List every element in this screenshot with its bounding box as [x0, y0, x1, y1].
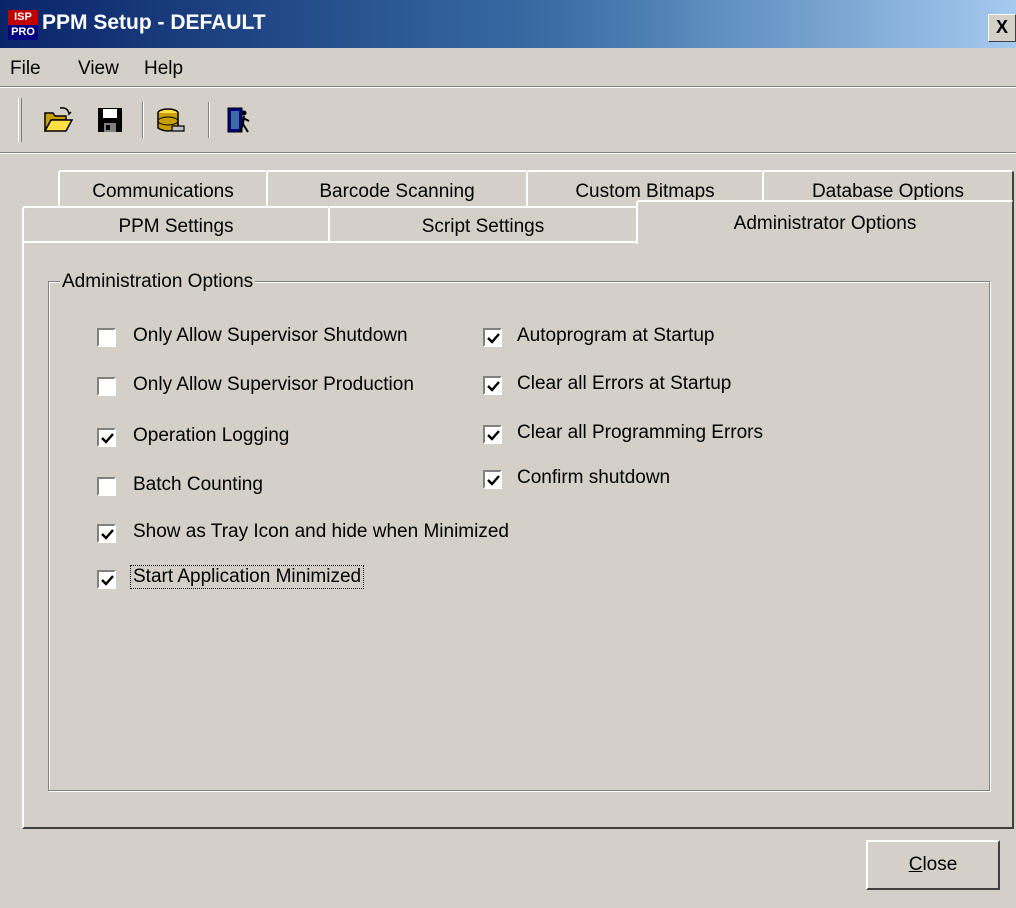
exit-door-icon[interactable] — [222, 104, 254, 136]
toolbar-separator — [142, 102, 144, 138]
menu-view[interactable]: View — [78, 58, 119, 80]
check-mark-icon — [101, 433, 114, 444]
checkbox-label[interactable]: Only Allow Supervisor Production — [133, 374, 414, 396]
menu-file[interactable]: File — [10, 58, 41, 80]
check-mark-icon — [101, 529, 114, 540]
checkbox-label[interactable]: Clear all Programming Errors — [517, 422, 763, 444]
window-close-button[interactable]: X — [988, 14, 1016, 42]
checkbox-label[interactable]: Confirm shutdown — [517, 467, 670, 489]
logo-bottom-text: PRO — [8, 25, 38, 40]
toolbar-separator — [208, 102, 210, 138]
checkbox-tray-icon[interactable] — [96, 523, 117, 544]
database-icon[interactable] — [154, 104, 186, 136]
open-folder-icon[interactable] — [42, 104, 74, 136]
window-title: PPM Setup - DEFAULT — [42, 11, 266, 34]
close-label: lose — [922, 854, 958, 875]
tab-script-settings[interactable]: Script Settings — [328, 206, 638, 243]
group-label: Administration Options — [60, 271, 256, 293]
toolbar-border-highlight — [0, 153, 1016, 154]
checkbox-supervisor-production[interactable] — [96, 376, 117, 397]
toolbar-border-highlight — [0, 87, 1016, 88]
check-mark-icon — [487, 430, 500, 441]
checkbox-start-minimized[interactable] — [96, 569, 117, 590]
app-logo-icon: ISP PRO — [8, 10, 38, 40]
checkbox-supervisor-shutdown[interactable] — [96, 327, 117, 348]
checkbox-label-focused[interactable]: Start Application Minimized — [129, 565, 365, 589]
checkbox-label[interactable]: Autoprogram at Startup — [517, 325, 715, 347]
save-disk-icon[interactable] — [94, 104, 126, 136]
checkbox-label[interactable]: Only Allow Supervisor Shutdown — [133, 325, 408, 347]
checkbox-label[interactable]: Clear all Errors at Startup — [517, 373, 731, 395]
logo-top-text: ISP — [14, 11, 32, 23]
checkbox-label[interactable]: Show as Tray Icon and hide when Minimize… — [133, 521, 509, 543]
checkbox-clear-errors[interactable] — [482, 375, 503, 396]
check-mark-icon — [487, 381, 500, 392]
checkbox-label[interactable]: Batch Counting — [133, 474, 263, 496]
tab-ppm-settings[interactable]: PPM Settings — [22, 206, 330, 243]
toolbar-grip[interactable] — [18, 98, 22, 142]
tab-communications[interactable]: Communications — [58, 170, 268, 210]
checkbox-operation-logging[interactable] — [96, 427, 117, 448]
checkbox-batch-counting[interactable] — [96, 476, 117, 497]
tab-panel-edge — [22, 241, 638, 243]
checkbox-label[interactable]: Operation Logging — [133, 425, 289, 447]
tab-administrator-options[interactable]: Administrator Options — [636, 200, 1014, 244]
checkbox-autoprogram[interactable] — [482, 327, 503, 348]
checkbox-confirm-shutdown[interactable] — [482, 469, 503, 490]
check-mark-icon — [101, 575, 114, 586]
close-button[interactable]: Close — [866, 840, 1000, 890]
checkbox-clear-programming-errors[interactable] — [482, 424, 503, 445]
tab-barcode-scanning[interactable]: Barcode Scanning — [266, 170, 528, 210]
menu-help[interactable]: Help — [144, 58, 183, 80]
check-mark-icon — [487, 333, 500, 344]
check-mark-icon — [487, 475, 500, 486]
close-mnemonic: C — [908, 854, 923, 875]
